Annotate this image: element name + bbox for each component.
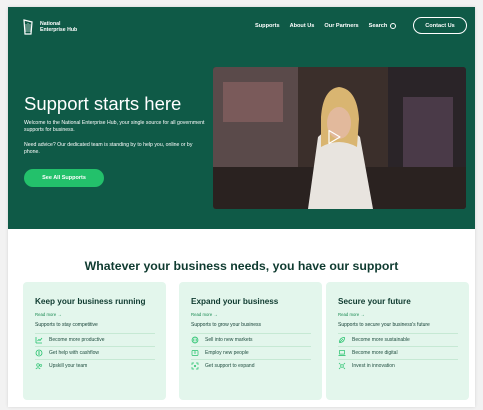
leaf-icon: [339, 337, 345, 343]
harp-logo-icon: [23, 19, 33, 35]
item-label: Invest in innovation: [352, 363, 395, 369]
team-icon: [35, 363, 43, 370]
card-secure-future: Secure your future Read more → Supports …: [326, 282, 469, 400]
card-subtitle: Supports to grow your business: [191, 322, 262, 328]
nav-supports[interactable]: Supports: [255, 23, 280, 29]
hero-section: National Enterprise Hub Supports About U…: [8, 7, 475, 229]
nav-about-us[interactable]: About Us: [290, 23, 315, 29]
page-frame: National Enterprise Hub Supports About U…: [8, 7, 475, 407]
item-label: Employ new people: [205, 350, 249, 356]
item-label: Become more digital: [352, 350, 398, 356]
expand-icon: [191, 362, 199, 370]
card-item-employ[interactable]: Employ new people: [191, 346, 311, 359]
card-expand: Expand your business Read more → Support…: [179, 282, 322, 400]
card-item-markets[interactable]: Sell into new markets: [191, 333, 311, 346]
item-label: Become more productive: [49, 337, 105, 343]
card-subtitle: Supports to secure your business's futur…: [338, 322, 430, 328]
hero-intro: Welcome to the National Enterprise Hub, …: [24, 120, 205, 133]
read-more-link[interactable]: Read more →: [191, 312, 218, 317]
card-item-upskill[interactable]: Upskill your team: [35, 359, 155, 372]
logo-text: National Enterprise Hub: [40, 21, 78, 33]
card-subtitle: Supports to stay competitive: [35, 322, 98, 328]
people-icon: [191, 350, 199, 356]
card-item-cashflow[interactable]: Get help with cashflow: [35, 346, 155, 359]
laptop-icon: [338, 350, 346, 356]
site-logo[interactable]: National Enterprise Hub: [22, 19, 90, 35]
search-icon: [390, 23, 397, 29]
play-icon[interactable]: [326, 129, 342, 145]
top-nav: National Enterprise Hub Supports About U…: [8, 7, 475, 47]
card-item-digital[interactable]: Become more digital: [338, 346, 458, 359]
card-item-productive[interactable]: Become more productive: [35, 333, 155, 346]
chart-icon: [35, 337, 43, 344]
globe-icon: [191, 336, 199, 344]
read-more-link[interactable]: Read more →: [338, 312, 365, 317]
hero-title: Support starts here: [24, 93, 182, 114]
item-label: Sell into new markets: [205, 337, 253, 343]
item-label: Upskill your team: [49, 363, 88, 369]
nav-our-partners[interactable]: Our Partners: [324, 23, 358, 29]
card-item-innovation[interactable]: Invest in innovation: [338, 359, 458, 372]
see-all-supports-button[interactable]: See All Supports: [24, 169, 104, 187]
card-keep-running: Keep your business running Read more → S…: [23, 282, 166, 400]
nav-search[interactable]: Search: [369, 23, 397, 29]
card-title: Secure your future: [338, 297, 411, 306]
cashflow-icon: [35, 349, 43, 357]
innovation-icon: [338, 362, 346, 370]
item-label: Get support to expand: [205, 363, 255, 369]
hero-advice: Need advice? Our dedicated team is stand…: [24, 142, 193, 155]
card-title: Keep your business running: [35, 297, 146, 306]
item-label: Become more sustainable: [352, 337, 410, 343]
item-label: Get help with cashflow: [49, 350, 100, 356]
contact-us-button[interactable]: Contact Us: [413, 17, 467, 34]
nav-links: Supports About Us Our Partners Search: [255, 23, 397, 29]
section-title: Whatever your business needs, you have o…: [84, 259, 399, 273]
card-title: Expand your business: [191, 297, 279, 306]
card-item-expand-support[interactable]: Get support to expand: [191, 359, 311, 372]
search-label: Search: [368, 23, 388, 29]
card-item-sustainable[interactable]: Become more sustainable: [338, 333, 458, 346]
read-more-link[interactable]: Read more →: [35, 312, 62, 317]
